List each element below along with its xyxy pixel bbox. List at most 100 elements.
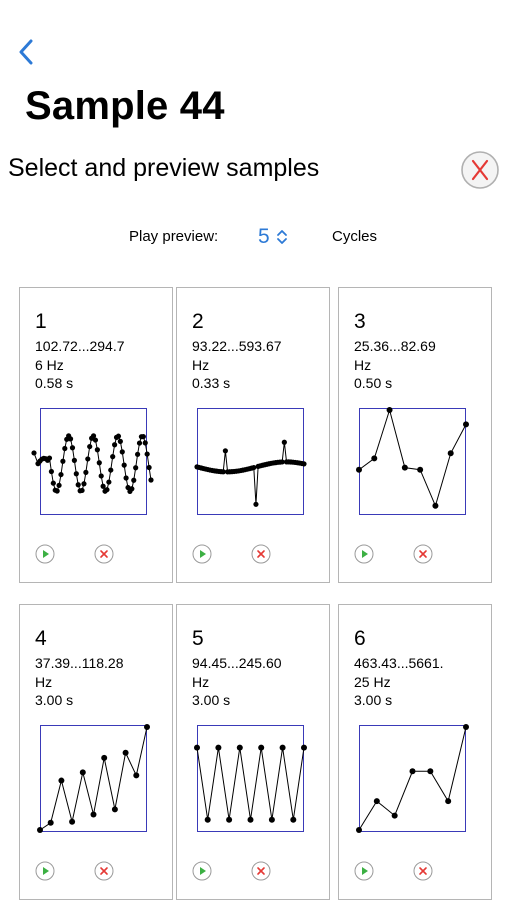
waveform-point (279, 744, 286, 751)
waveform-point (75, 481, 81, 487)
waveform-point (281, 439, 287, 445)
sample-frequency-range: 37.39...118.28 (35, 655, 124, 671)
delete-button[interactable] (413, 544, 433, 564)
waveform-svg (36, 723, 150, 833)
waveform-svg (30, 432, 154, 494)
waveform-point (117, 438, 123, 444)
waveform-point (68, 818, 75, 825)
waveform-plot (193, 408, 307, 515)
waveform-point (431, 502, 438, 509)
waveform-point (121, 462, 127, 468)
waveform-point (111, 805, 118, 812)
chevron-up-down-icon (276, 230, 287, 244)
sample-frequency-unit: 25 Hz (354, 674, 391, 690)
waveform-point (94, 446, 100, 452)
waveform-point (98, 472, 104, 479)
sample-frequency-range: 93.22...593.67 (192, 338, 282, 354)
close-button[interactable] (460, 150, 500, 190)
waveform-svg (355, 723, 469, 833)
waveform-point (289, 816, 296, 823)
sample-index: 3 (354, 310, 366, 333)
play-button[interactable] (35, 861, 55, 881)
waveform-point (143, 723, 150, 730)
delete-circle-icon (251, 861, 271, 881)
waveform-point (67, 435, 73, 441)
waveform-point (55, 482, 62, 488)
sample-frequency-unit: Hz (192, 357, 210, 373)
waveform-point (123, 474, 129, 481)
waveform-point (109, 453, 115, 459)
waveform-plot (355, 723, 469, 833)
waveform-point (300, 744, 307, 751)
waveform-point (107, 466, 113, 473)
waveform-plot (193, 725, 307, 832)
waveform-point (355, 466, 362, 473)
delete-button[interactable] (94, 544, 114, 564)
sample-frequency-unit: Hz (192, 674, 210, 690)
waveform-point (147, 476, 154, 483)
waveform-point (36, 826, 43, 833)
waveform-point (115, 433, 121, 439)
play-circle-icon (192, 861, 212, 881)
sample-card[interactable]: 6 463.43...5661. 25 Hz 3.00 s (338, 604, 492, 900)
play-button[interactable] (354, 861, 374, 881)
waveform-svg (193, 744, 307, 823)
waveform-point (426, 767, 433, 774)
waveform-point (86, 443, 92, 449)
back-button[interactable] (12, 36, 40, 68)
play-button[interactable] (192, 861, 212, 881)
sample-frequency-range: 102.72...294.7 (35, 338, 125, 354)
waveform-point (90, 811, 96, 818)
waveform-point (48, 468, 54, 474)
sample-card[interactable]: 5 94.45...245.60 Hz 3.00 s (176, 604, 330, 900)
waveform-point (50, 480, 56, 486)
waveform-point (462, 420, 469, 427)
delete-button[interactable] (251, 544, 271, 564)
waveform-point (69, 444, 75, 450)
play-button[interactable] (192, 544, 212, 564)
waveform-svg (355, 406, 469, 509)
preview-controls: Play preview: 5 Cycles (0, 224, 507, 250)
sample-frequency-unit: 6 Hz (35, 357, 64, 373)
waveform-point (47, 819, 54, 826)
waveform-point (59, 458, 65, 464)
waveform-point (92, 436, 98, 443)
play-circle-icon (354, 544, 374, 564)
sample-card[interactable]: 2 93.22...593.67 Hz 0.33 s (176, 287, 330, 583)
cycles-stepper[interactable]: 5 (258, 224, 288, 250)
waveform-point (134, 451, 140, 457)
play-button[interactable] (35, 544, 55, 564)
waveform-point (145, 464, 152, 470)
delete-circle-icon (94, 861, 114, 881)
sample-duration: 0.33 s (192, 375, 231, 391)
sample-card[interactable]: 1 102.72...294.7 6 Hz 0.58 s (19, 287, 173, 583)
waveform-point (79, 768, 86, 775)
delete-button[interactable] (94, 861, 114, 881)
waveform-point (103, 486, 110, 492)
delete-button[interactable] (251, 861, 271, 881)
sample-frequency-range: 94.45...245.60 (192, 655, 282, 671)
sample-card[interactable]: 4 37.39...118.28 Hz 3.00 s (19, 604, 173, 900)
play-circle-icon (354, 861, 374, 881)
waveform-point (222, 447, 228, 453)
sample-card[interactable]: 3 25.36...82.69 Hz 0.50 s (338, 287, 492, 583)
sample-duration: 3.00 s (354, 692, 393, 708)
waveform-point (128, 485, 134, 491)
delete-button[interactable] (413, 861, 433, 881)
play-circle-icon (192, 544, 212, 564)
delete-circle-icon (413, 544, 433, 564)
sample-duration: 3.00 s (192, 692, 231, 708)
play-circle-icon (35, 861, 55, 881)
play-preview-label: Play preview: (129, 228, 219, 245)
waveform-point (100, 483, 106, 489)
play-button[interactable] (354, 544, 374, 564)
sample-frequency-range: 25.36...82.69 (354, 338, 436, 354)
waveform-point (409, 767, 415, 774)
waveform-plot (30, 408, 154, 515)
waveform-point (136, 439, 142, 446)
waveform-point (444, 797, 451, 804)
sample-frequency-unit: Hz (354, 357, 372, 373)
waveform-point (122, 749, 129, 756)
waveform-point (300, 460, 307, 467)
waveform-point (57, 777, 64, 784)
